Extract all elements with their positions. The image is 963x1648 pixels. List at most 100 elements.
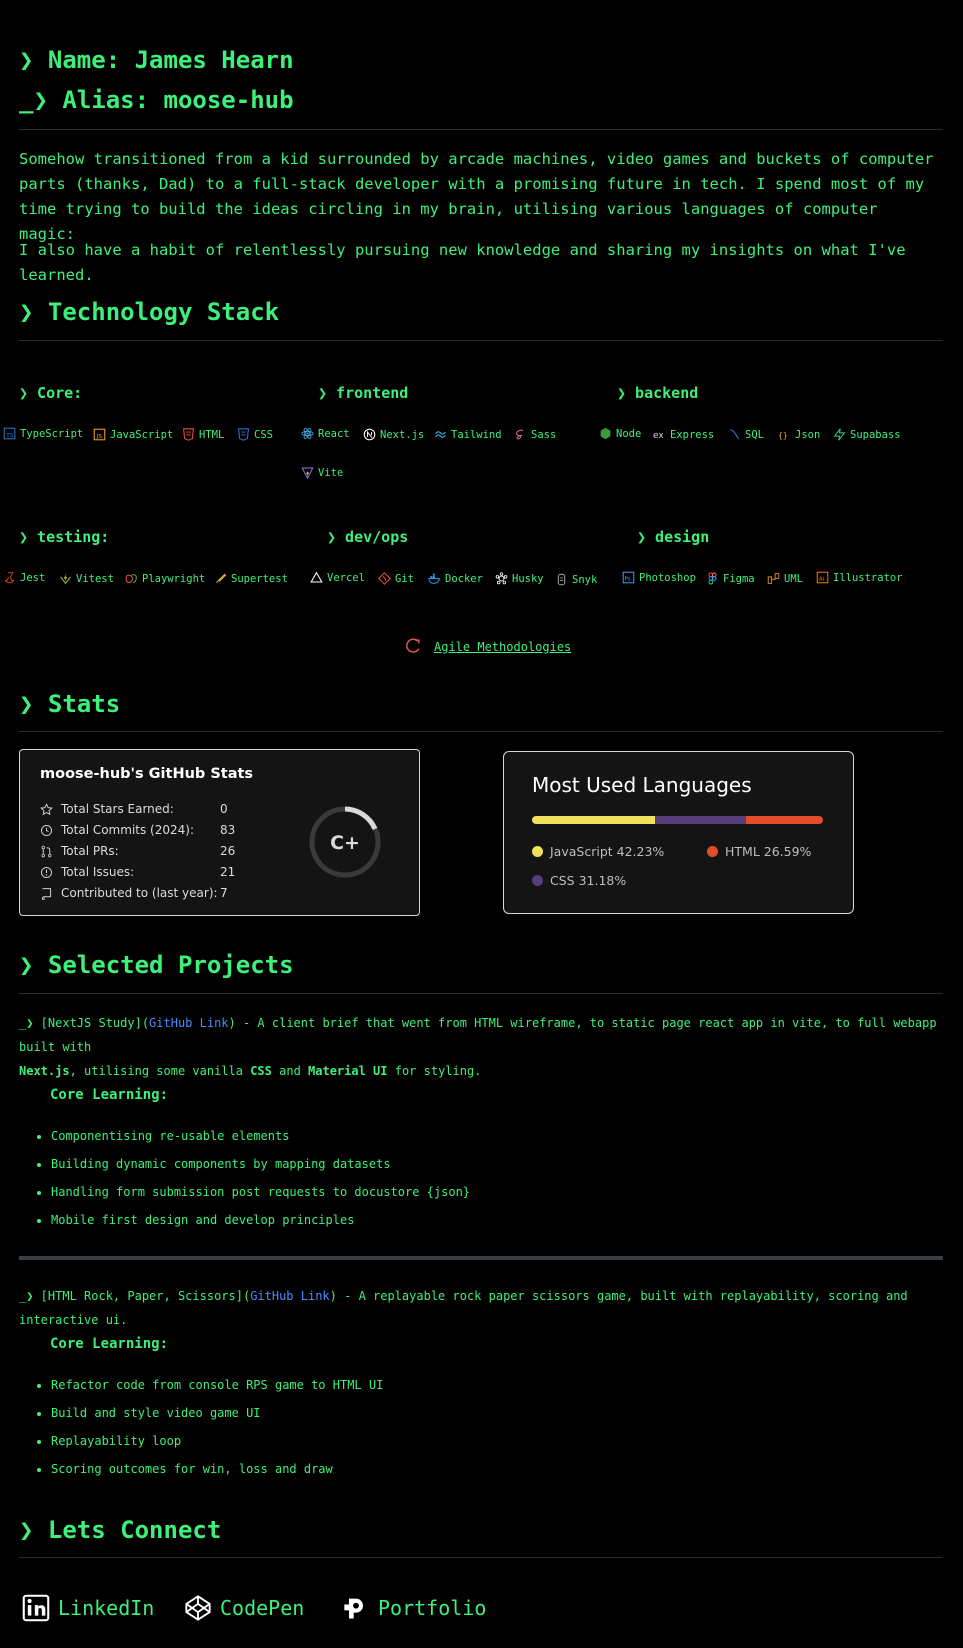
legend-label: CSS 31.18% (550, 873, 627, 888)
tech-material-ui: Material UI (308, 1064, 388, 1078)
badge-sql[interactable]: SQL (728, 428, 764, 441)
divider (19, 340, 943, 341)
json-icon: {} (778, 430, 788, 440)
badge-label: Express (670, 428, 715, 441)
list-item: Componentising re-usable elements (51, 1122, 470, 1150)
badge-node[interactable]: Node (599, 427, 641, 440)
star-icon (40, 802, 53, 815)
tech-css: CSS (250, 1064, 272, 1078)
badge-express[interactable]: ex Express (653, 428, 714, 441)
core-learning-heading: Core Learning: (50, 1087, 169, 1103)
project-nextjs-description: _❯ [NextJS Study](GitHub Link) - A clien… (19, 1011, 944, 1083)
vite-icon (301, 467, 314, 479)
languages-title: Most Used Languages (532, 773, 752, 797)
javascript-icon: JS (93, 428, 106, 441)
jest-icon (5, 572, 14, 584)
stat-label: Contributed to (last year): (61, 886, 218, 900)
divider (19, 993, 943, 994)
legend-dot (532, 875, 543, 886)
badge-supertest[interactable]: Supertest (214, 572, 288, 585)
photoshop-icon: Ps (622, 571, 635, 584)
badge-git[interactable]: Git (378, 572, 414, 585)
badge-tailwind[interactable]: Tailwind (434, 428, 502, 441)
stat-commits: Total Commits (2024): (40, 823, 194, 837)
badge-nextjs[interactable]: Next.js (363, 428, 424, 441)
badge-illustrator[interactable]: Ai Illustrator (816, 571, 903, 584)
linkedin-link[interactable]: LinkedIn (22, 1594, 154, 1622)
husky-icon (495, 572, 508, 585)
snyk-icon (557, 573, 566, 586)
badge-javascript[interactable]: JS JavaScript (93, 428, 173, 441)
badge-label: Supertest (231, 572, 288, 585)
stat-label: Total Issues: (61, 865, 135, 879)
badge-jest[interactable]: Jest (3, 571, 45, 584)
category-devops: ❯ dev/ops (327, 528, 409, 546)
badge-vercel[interactable]: Vercel (310, 571, 365, 584)
badge-label: CSS (254, 428, 273, 441)
badge-label: SQL (745, 428, 764, 441)
list-item: Build and style video game UI (51, 1399, 383, 1427)
linkedin-icon (22, 1594, 50, 1622)
svg-text:Ai: Ai (819, 576, 825, 582)
github-link[interactable]: GitHub Link (250, 1289, 329, 1303)
projects-heading: ❯ Selected Projects (19, 951, 294, 979)
category-frontend: ❯ frontend (318, 384, 409, 402)
badge-label: Git (395, 572, 414, 585)
badge-json[interactable]: {} Json (778, 428, 820, 441)
badge-snyk[interactable]: Snyk (555, 573, 597, 586)
legend-label: JavaScript 42.23% (550, 844, 665, 859)
grade-text: C+ (330, 832, 360, 854)
alias-heading: _❯ Alias: moose-hub (19, 86, 294, 114)
badge-html[interactable]: HTML (182, 428, 224, 441)
divider (19, 129, 943, 130)
repo-icon (42, 887, 52, 900)
badge-vite[interactable]: Vite (301, 466, 343, 479)
portfolio-link[interactable]: Portfolio (342, 1594, 486, 1622)
nextjs-icon (363, 428, 376, 441)
bio-paragraph-1: Somehow transitioned from a kid surround… (19, 150, 934, 243)
badge-react[interactable]: React (301, 427, 350, 440)
express-icon: ex (653, 431, 664, 441)
codepen-link[interactable]: CodePen (184, 1594, 304, 1622)
grade-ring: C+ (309, 806, 381, 878)
legend-html: HTML 26.59% (707, 844, 811, 859)
divider (19, 731, 943, 732)
badge-label: Vercel (327, 571, 365, 584)
badge-husky[interactable]: Husky (495, 572, 544, 585)
project-divider (19, 1256, 943, 1260)
badge-photoshop[interactable]: Ps Photoshop (622, 571, 696, 584)
badge-label: Playwright (142, 572, 206, 585)
badge-sass[interactable]: Sass (514, 428, 556, 441)
agile-link[interactable]: Agile Methodologies (405, 638, 571, 655)
badge-playwright[interactable]: Playwright (125, 572, 205, 585)
badge-docker[interactable]: Docker (428, 572, 483, 585)
badge-label: Vite (318, 466, 344, 479)
badge-label: JavaScript (110, 428, 174, 441)
stat-value: 7 (220, 886, 228, 900)
history-icon (40, 824, 53, 836)
sql-icon (730, 429, 740, 440)
name-heading: ❯ Name: James Hearn (19, 46, 294, 74)
stat-issues: Total Issues: (40, 865, 134, 879)
badge-supabase[interactable]: Supabass (833, 428, 901, 441)
badge-label: Figma (723, 572, 755, 585)
badge-label: Docker (445, 572, 483, 585)
codepen-icon (185, 1595, 211, 1621)
badge-label: TypeScript (20, 427, 84, 440)
badge-vitest[interactable]: Vitest (59, 572, 114, 585)
learning-list: Refactor code from console RPS game to H… (19, 1371, 383, 1483)
html5-icon (183, 428, 194, 441)
github-link[interactable]: GitHub Link (149, 1016, 228, 1030)
badge-uml[interactable]: UML (767, 572, 803, 585)
badge-label: React (318, 427, 350, 440)
list-item: Mobile first design and develop principl… (51, 1206, 470, 1234)
agile-icon (406, 638, 420, 653)
stat-label: Total PRs: (61, 844, 119, 858)
language-bar-segment-javascript (532, 816, 655, 824)
badge-label: Snyk (572, 573, 598, 586)
vitest-icon (60, 573, 71, 585)
badge-css[interactable]: CSS (237, 428, 273, 441)
badge-figma[interactable]: Figma (706, 572, 755, 585)
typescript-icon: TS (3, 427, 16, 440)
badge-typescript[interactable]: TS TypeScript (3, 427, 83, 440)
